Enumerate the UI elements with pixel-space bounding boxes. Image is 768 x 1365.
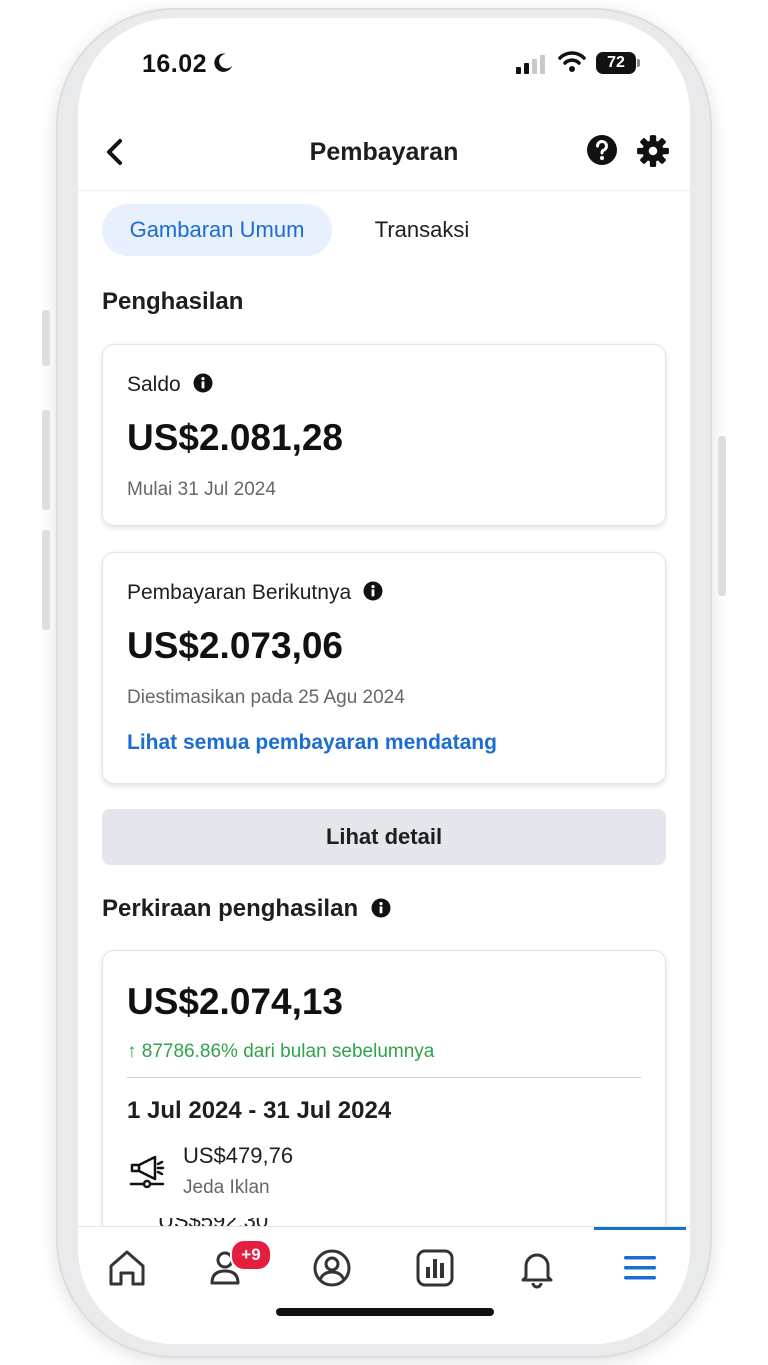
- volume-up-button: [42, 410, 50, 510]
- bottom-nav: +9: [78, 1226, 690, 1344]
- next-row-value-clipped: US$592,30: [158, 1218, 318, 1226]
- volume-down-button: [42, 530, 50, 630]
- battery-level: 72: [596, 52, 636, 74]
- signal-icon: [516, 55, 545, 74]
- moon-icon: [214, 53, 233, 72]
- view-detail-button[interactable]: Lihat detail: [102, 809, 666, 865]
- status-bar: 16.02 72: [78, 18, 690, 108]
- ad-breaks-value: US$479,76: [183, 1143, 294, 1168]
- menu-icon[interactable]: [619, 1247, 661, 1289]
- balance-label: Saldo: [127, 373, 181, 396]
- estimated-section-title-row: Perkiraan penghasilan: [102, 895, 391, 923]
- info-icon[interactable]: [193, 373, 213, 393]
- power-button: [718, 436, 726, 596]
- earnings-section-title: Penghasilan: [102, 288, 244, 315]
- profile-icon[interactable]: [311, 1247, 353, 1289]
- date-range: 1 Jul 2024 - 31 Jul 2024: [127, 1097, 392, 1124]
- phone-screen: 16.02 72 Pembayaran Gambaran Umum Transa…: [78, 18, 690, 1344]
- balance-amount: US$2.081,28: [127, 417, 344, 458]
- balance-label-row: Saldo: [127, 373, 213, 397]
- next-payment-card: Pembayaran Berikutnya US$2.073,06 Diesti…: [102, 552, 666, 784]
- next-payment-estimate-date: Diestimasikan pada 25 Agu 2024: [127, 687, 405, 708]
- next-payment-label: Pembayaran Berikutnya: [127, 581, 352, 604]
- tab-transactions[interactable]: Transaksi: [352, 204, 492, 256]
- mute-switch: [42, 310, 50, 366]
- home-indicator: [276, 1308, 494, 1316]
- info-icon[interactable]: [363, 581, 383, 601]
- growth-indicator: ↑ 87786.86% dari bulan sebelumnya: [127, 1041, 435, 1062]
- home-icon[interactable]: [106, 1247, 148, 1289]
- balance-start-date: Mulai 31 Jul 2024: [127, 479, 276, 500]
- divider: [127, 1077, 641, 1078]
- bell-icon[interactable]: [516, 1247, 558, 1289]
- estimated-amount: US$2.074,13: [127, 981, 344, 1022]
- tab-overview[interactable]: Gambaran Umum: [102, 204, 332, 256]
- megaphone-icon: [129, 1155, 165, 1189]
- balance-card: Saldo US$2.081,28 Mulai 31 Jul 2024: [102, 344, 666, 526]
- next-payment-amount: US$2.073,06: [127, 625, 344, 666]
- estimated-section-title: Perkiraan penghasilan: [102, 895, 359, 922]
- ad-breaks-label: Jeda Iklan: [183, 1177, 270, 1198]
- next-payment-label-row: Pembayaran Berikutnya: [127, 581, 383, 605]
- status-time: 16.02: [142, 50, 208, 78]
- battery-tip: [637, 59, 640, 67]
- info-icon[interactable]: [371, 898, 391, 918]
- upcoming-payments-link[interactable]: Lihat semua pembayaran mendatang: [127, 731, 497, 755]
- notification-badge: +9: [230, 1239, 272, 1271]
- gear-icon[interactable]: [636, 134, 670, 168]
- page-header: Pembayaran: [78, 118, 690, 191]
- active-tab-indicator: [594, 1227, 686, 1230]
- insights-icon[interactable]: [414, 1247, 456, 1289]
- wifi-icon: [558, 51, 586, 72]
- help-icon[interactable]: [586, 134, 618, 166]
